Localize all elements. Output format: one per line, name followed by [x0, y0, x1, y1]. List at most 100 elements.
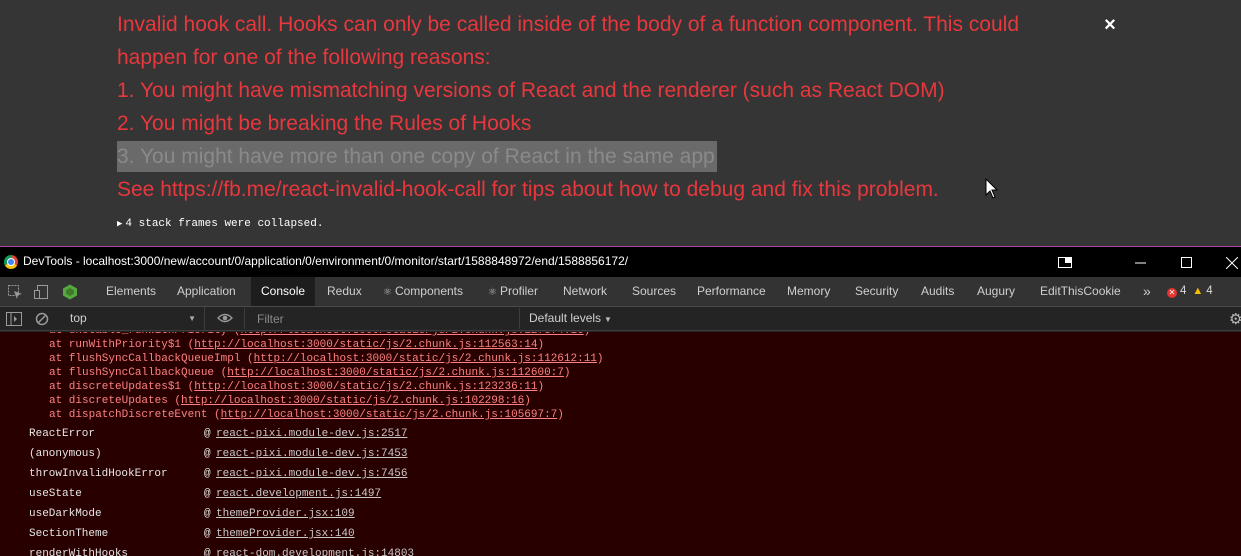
call-stack-source-link[interactable]: react-pixi.module-dev.js:7456: [216, 464, 407, 484]
stack-trace-link[interactable]: http://localhost:3000/static/js/2.chunk.…: [240, 332, 583, 337]
filter-input[interactable]: [244, 308, 520, 329]
stack-trace-close-paren: ): [524, 395, 531, 407]
stack-trace-close-paren: ): [537, 381, 545, 393]
call-stack-function: useDarkMode: [29, 508, 102, 520]
stack-trace-line: at runWithPriority$1 (http://localhost:3…: [49, 338, 544, 352]
warning-count: 4: [1206, 285, 1213, 297]
chevron-down-icon: ▼: [604, 315, 612, 324]
warning-icon: ▲: [1192, 285, 1204, 297]
call-stack-source-link[interactable]: react.development.js:1497: [216, 484, 381, 504]
maximize-button[interactable]: [1171, 249, 1201, 275]
eye-icon[interactable]: [217, 311, 233, 325]
stack-trace-link[interactable]: http://localhost:3000/static/js/2.chunk.…: [254, 353, 597, 365]
more-tabs-button[interactable]: »: [1133, 277, 1161, 306]
tab-editthiscookie[interactable]: EditThisCookie: [1030, 277, 1131, 306]
at-symbol: @: [204, 448, 211, 460]
error-icon: ✕: [1167, 288, 1177, 298]
error-overlay: Invalid hook call. Hooks can only be cal…: [0, 0, 1241, 246]
call-stack-source-link[interactable]: themeProvider.jsx:109: [216, 504, 355, 524]
tab-redux[interactable]: Redux: [317, 277, 372, 306]
call-stack-function: SectionTheme: [29, 528, 109, 540]
tab-profiler-label: Profiler: [499, 284, 538, 298]
tab-components[interactable]: ⚛ Components: [373, 277, 473, 306]
tab-console[interactable]: Console: [251, 277, 316, 306]
error-message-line: 2. You might be breaking the Rules of Ho…: [117, 112, 532, 135]
at-symbol: @: [204, 528, 211, 540]
inspect-element-icon[interactable]: [7, 284, 23, 300]
at-symbol: @: [204, 548, 211, 556]
call-stack-function: useState: [29, 488, 82, 500]
call-stack-function: ReactError: [29, 428, 96, 440]
error-message-line-selected: 3. You might have more than one copy of …: [117, 141, 717, 172]
stack-trace-link[interactable]: http://localhost:3000/static/js/2.chunk.…: [181, 395, 524, 407]
tab-augury[interactable]: Augury: [967, 277, 1025, 306]
at-symbol: @: [204, 428, 211, 440]
collapsed-frames-label: 4 stack frames were collapsed.: [125, 218, 324, 230]
call-stack-source-link[interactable]: react-pixi.module-dev.js:7453: [216, 444, 407, 464]
stack-trace-link[interactable]: http://localhost:3000/static/js/2.chunk.…: [221, 409, 558, 421]
mouse-cursor-icon: [985, 178, 999, 199]
clear-console-icon[interactable]: [35, 312, 49, 326]
stack-trace-close-paren: ): [557, 409, 564, 421]
device-toolbar-icon[interactable]: [33, 284, 49, 300]
node-js-icon[interactable]: [62, 284, 78, 300]
maximize-icon: [1180, 257, 1192, 269]
call-stack-source-link[interactable]: react-pixi.module-dev.js:2517: [216, 424, 407, 444]
call-stack-source-link[interactable]: themeProvider.jsx:140: [216, 524, 355, 544]
window-title: DevTools - localhost:3000/new/account/0/…: [23, 254, 629, 268]
call-stack-row: ReactError @ react-pixi.module-dev.js:2517: [0, 424, 1241, 444]
context-value: top: [70, 311, 87, 325]
stack-trace-line: at discreteUpdates$1 (http://localhost:3…: [49, 380, 544, 394]
react-logo-icon: ⚛: [383, 287, 392, 298]
tab-audits[interactable]: Audits: [911, 277, 964, 306]
call-stack-row: useDarkMode @ themeProvider.jsx:109: [0, 504, 1241, 524]
devtools-window: DevTools - localhost:3000/new/account/0/…: [0, 246, 1241, 556]
gear-icon[interactable]: ⚙: [1229, 310, 1241, 328]
stack-trace-close-paren: ): [596, 353, 604, 365]
stack-trace-link[interactable]: http://localhost:3000/static/js/2.chunk.…: [194, 339, 537, 351]
tab-elements[interactable]: Elements: [96, 277, 166, 306]
call-stack-source-link[interactable]: react-dom.development.js:14803: [216, 544, 414, 556]
collapsed-frames-toggle[interactable]: ▶ 4 stack frames were collapsed.: [117, 218, 323, 230]
stack-trace-text: at discreteUpdates (: [49, 395, 182, 407]
devtools-tabbar: Elements Application Console Redux ⚛ Comp…: [0, 277, 1241, 307]
tab-performance[interactable]: Performance: [687, 277, 776, 306]
tab-security[interactable]: Security: [845, 277, 908, 306]
tab-sources[interactable]: Sources: [622, 277, 686, 306]
error-help-link-line[interactable]: See https://fb.me/react-invalid-hook-cal…: [117, 176, 939, 204]
dock-icon: [1058, 257, 1072, 269]
sidebar-toggle-icon[interactable]: [6, 312, 22, 326]
context-selector[interactable]: top ▼: [60, 307, 205, 330]
window-close-button[interactable]: [1217, 249, 1241, 275]
tab-network[interactable]: Network: [553, 277, 617, 306]
error-message-line: Invalid hook call. Hooks can only be cal…: [117, 13, 1019, 36]
chevron-down-icon: ▼: [188, 314, 196, 323]
console-output: at unstable_runWithPriority (http://loca…: [0, 332, 1241, 556]
error-message-line: 1. You might have mismatching versions o…: [117, 79, 945, 102]
overlay-close-button[interactable]: ×: [1100, 14, 1120, 36]
stack-trace-line: at dispatchDiscreteEvent (http://localho…: [49, 408, 564, 422]
stack-trace-text: at unstable_runWithPriority (: [49, 332, 240, 337]
stack-trace-link[interactable]: http://localhost:3000/static/js/2.chunk.…: [227, 367, 564, 379]
call-stack-row: throwInvalidHookError @ react-pixi.module-…: [0, 464, 1241, 484]
stack-trace-link[interactable]: http://localhost:3000/static/js/2.chunk.…: [194, 381, 537, 393]
tab-profiler[interactable]: ⚛ Profiler: [478, 277, 548, 306]
stack-trace-text: at discreteUpdates$1 (: [49, 381, 195, 393]
tab-memory[interactable]: Memory: [777, 277, 840, 306]
window-titlebar[interactable]: DevTools - localhost:3000/new/account/0/…: [0, 247, 1241, 277]
dock-side-button[interactable]: [1050, 249, 1080, 275]
log-levels-value: Default levels: [529, 311, 602, 325]
tab-application[interactable]: Application: [167, 277, 246, 306]
error-count: 4: [1180, 285, 1187, 297]
issues-counter[interactable]: ✕ 4 ▲ 4: [1167, 285, 1213, 298]
react-logo-icon: ⚛: [488, 287, 497, 298]
error-message-line: happen for one of the following reasons:: [117, 46, 491, 69]
log-levels-dropdown[interactable]: Default levels ▼: [529, 307, 612, 330]
at-symbol: @: [204, 468, 211, 480]
minimize-button[interactable]: [1125, 249, 1155, 275]
at-symbol: @: [204, 488, 211, 500]
expand-arrow-icon: ▶: [117, 219, 123, 229]
stack-trace-close-paren: ): [537, 339, 545, 351]
close-icon: [1225, 256, 1239, 269]
stack-trace-text: at dispatchDiscreteEvent (: [49, 409, 221, 421]
